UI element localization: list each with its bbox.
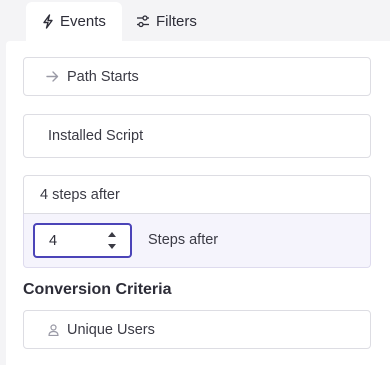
installed-script-field[interactable]: Installed Script (23, 114, 371, 158)
steps-after-label: Steps after (148, 232, 219, 248)
steps-number-value: 4 (49, 232, 58, 249)
path-starts-label: Path Starts (67, 68, 139, 85)
tab-bar: Events Filters (0, 0, 390, 41)
unique-users-label: Unique Users (67, 321, 155, 338)
spinner-up-icon[interactable] (107, 232, 116, 237)
path-starts-field[interactable]: Path Starts (23, 57, 371, 96)
tab-filters[interactable]: Filters (136, 2, 226, 41)
steps-select-value: 4 steps after (40, 186, 120, 203)
steps-dropdown: 4 Steps after (23, 214, 371, 268)
steps-number-input[interactable]: 4 (33, 223, 132, 258)
conversion-criteria-title: Conversion Criteria (23, 281, 172, 298)
tab-filters-label: Filters (156, 13, 197, 30)
arrow-right-icon (46, 71, 59, 82)
tab-events-label: Events (60, 13, 106, 30)
spinner-down-icon[interactable] (107, 244, 116, 249)
lightning-icon (42, 14, 54, 29)
tab-events[interactable]: Events (26, 2, 122, 41)
sliders-icon (136, 15, 150, 28)
unique-users-field[interactable]: Unique Users (23, 310, 371, 349)
number-spinner[interactable] (105, 232, 118, 249)
installed-script-label: Installed Script (48, 128, 144, 144)
user-icon (48, 323, 59, 336)
steps-select[interactable]: 4 steps after (23, 175, 371, 214)
